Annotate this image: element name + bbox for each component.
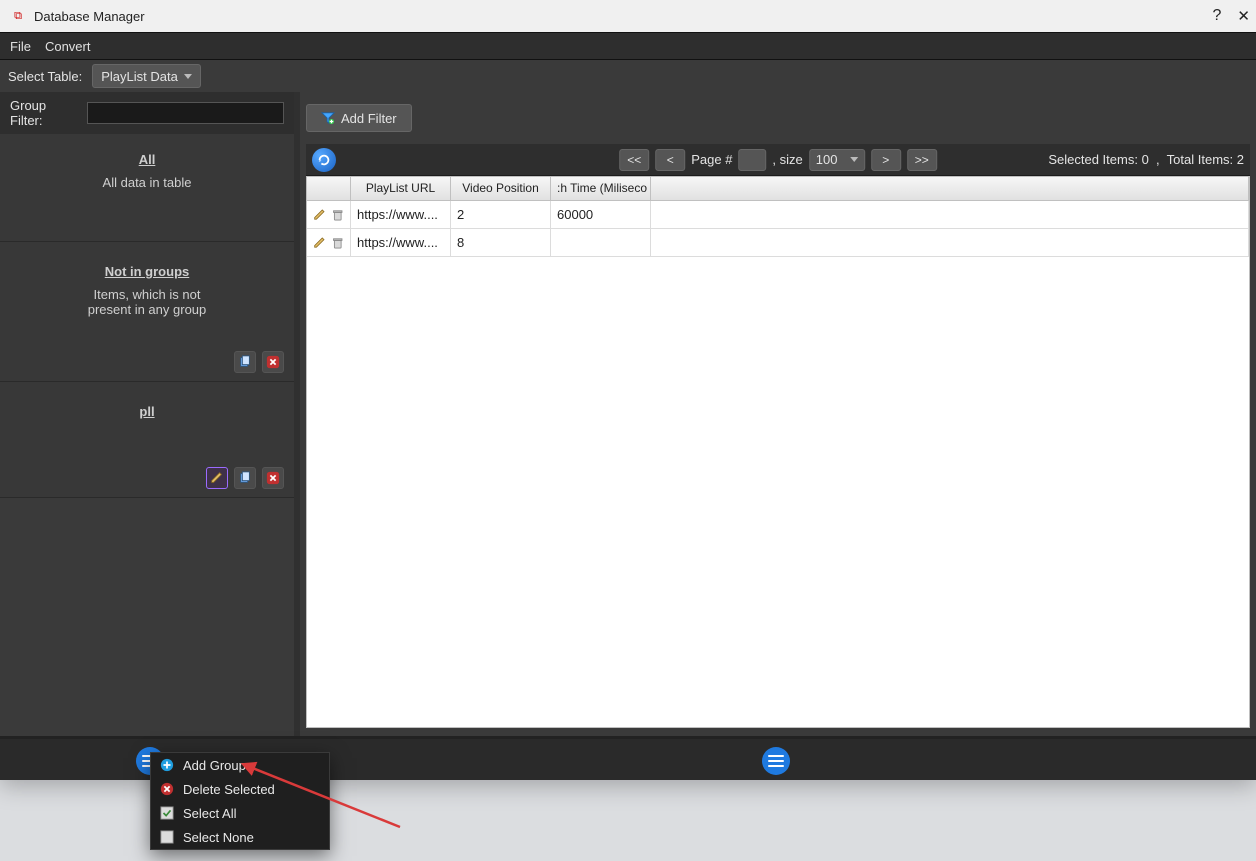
grid-header: PlayList URL Video Position :h Time (Mil…	[307, 177, 1249, 201]
copy-icon	[238, 471, 252, 485]
data-panel: Add Filter << < Page # , size	[300, 92, 1256, 736]
add-filter-label: Add Filter	[341, 111, 397, 126]
last-page-button[interactable]: >>	[907, 149, 937, 171]
window: ⧉ Database Manager ? ✕ File Convert Sele…	[0, 0, 1256, 780]
delete-group-button[interactable]	[262, 467, 284, 489]
trash-icon[interactable]	[331, 207, 345, 223]
select-table-row: Select Table: PlayList Data	[0, 60, 1256, 92]
select-table-value: PlayList Data	[101, 69, 178, 84]
cell-time: 60000	[551, 201, 651, 228]
cell-position: 2	[451, 201, 551, 228]
delete-icon	[266, 471, 280, 485]
cell-time	[551, 229, 651, 256]
row-actions	[307, 201, 351, 228]
ctx-add-group-label: Add Group	[183, 758, 246, 773]
delete-group-button[interactable]	[262, 351, 284, 373]
pencil-icon[interactable]	[313, 207, 327, 223]
select-all-icon	[159, 805, 175, 821]
group-filter-label: Group Filter:	[10, 98, 77, 128]
group-filter-row: Group Filter:	[0, 92, 294, 134]
group-filter-input[interactable]	[87, 102, 284, 124]
col-position[interactable]: Video Position	[451, 177, 551, 200]
copy-icon	[238, 355, 252, 369]
refresh-icon	[317, 153, 331, 167]
select-table-label: Select Table:	[8, 69, 82, 84]
select-table-dropdown[interactable]: PlayList Data	[92, 64, 201, 88]
size-label: , size	[772, 152, 802, 167]
title-bar: ⧉ Database Manager ? ✕	[0, 0, 1256, 32]
total-count: 2	[1237, 152, 1244, 167]
menu-convert[interactable]: Convert	[45, 39, 91, 54]
col-url[interactable]: PlayList URL	[351, 177, 451, 200]
help-button[interactable]: ?	[1213, 7, 1222, 25]
cell-position: 8	[451, 229, 551, 256]
prev-page-button[interactable]: <	[655, 149, 685, 171]
col-actions	[307, 177, 351, 200]
page-size-select[interactable]: 100	[809, 149, 865, 171]
group-all[interactable]: All All data in table	[0, 134, 294, 242]
menu-bar: File Convert	[0, 32, 1256, 60]
cell-url: https://www....	[351, 201, 451, 228]
funnel-icon	[321, 111, 335, 125]
filter-row: Add Filter	[300, 92, 1256, 144]
copy-group-button[interactable]	[234, 467, 256, 489]
table-row[interactable]: https://www.... 2 60000	[307, 201, 1249, 229]
page-number-input[interactable]	[738, 149, 766, 171]
cell-url: https://www....	[351, 229, 451, 256]
window-title: Database Manager	[34, 9, 145, 24]
col-rest	[651, 177, 1249, 200]
selected-count: 0	[1142, 152, 1149, 167]
pencil-icon	[210, 471, 224, 485]
ctx-select-all-label: Select All	[183, 806, 236, 821]
add-filter-button[interactable]: Add Filter	[306, 104, 412, 132]
delete-icon	[159, 781, 175, 797]
main-split: Group Filter: All All data in table Not …	[0, 92, 1256, 736]
first-page-button[interactable]: <<	[619, 149, 649, 171]
pencil-icon[interactable]	[313, 235, 327, 251]
separator: ,	[1156, 152, 1160, 167]
group-desc: All data in table	[10, 175, 284, 190]
cell-blank	[651, 201, 1249, 228]
copy-group-button[interactable]	[234, 351, 256, 373]
next-page-button[interactable]: >	[871, 149, 901, 171]
group-sidebar: Group Filter: All All data in table Not …	[0, 92, 300, 736]
cell-blank	[651, 229, 1249, 256]
total-label: Total Items:	[1167, 152, 1233, 167]
row-actions	[307, 229, 351, 256]
list-icon	[768, 755, 784, 767]
data-grid[interactable]: PlayList URL Video Position :h Time (Mil…	[306, 176, 1250, 728]
group-title: Not in groups	[105, 264, 190, 279]
annotation-arrow	[240, 757, 410, 837]
table-row[interactable]: https://www.... 8	[307, 229, 1249, 257]
group-not-in-groups[interactable]: Not in groups Items, which is not presen…	[0, 242, 294, 382]
page-size-value: 100	[816, 152, 838, 167]
group-pll[interactable]: pll	[0, 382, 294, 498]
edit-group-button[interactable]	[206, 467, 228, 489]
group-title: pll	[139, 404, 154, 419]
trash-icon[interactable]	[331, 235, 345, 251]
app-icon: ⧉	[10, 8, 26, 24]
group-desc: Items, which is not present in any group	[10, 287, 284, 317]
chevron-down-icon	[184, 74, 192, 79]
plus-icon	[159, 757, 175, 773]
close-button[interactable]: ✕	[1237, 7, 1250, 25]
select-none-icon	[159, 829, 175, 845]
chevron-down-icon	[850, 157, 858, 162]
table-area: << < Page # , size 100 > >> Selected I	[306, 144, 1250, 728]
group-title: All	[139, 152, 156, 167]
col-time[interactable]: :h Time (Miliseco	[551, 177, 651, 200]
data-actions-button[interactable]	[762, 747, 790, 775]
pager-toolbar: << < Page # , size 100 > >> Selected I	[306, 144, 1250, 176]
page-label: Page #	[691, 152, 732, 167]
delete-icon	[266, 355, 280, 369]
refresh-button[interactable]	[312, 148, 336, 172]
selected-label: Selected Items:	[1048, 152, 1138, 167]
menu-file[interactable]: File	[10, 39, 31, 54]
